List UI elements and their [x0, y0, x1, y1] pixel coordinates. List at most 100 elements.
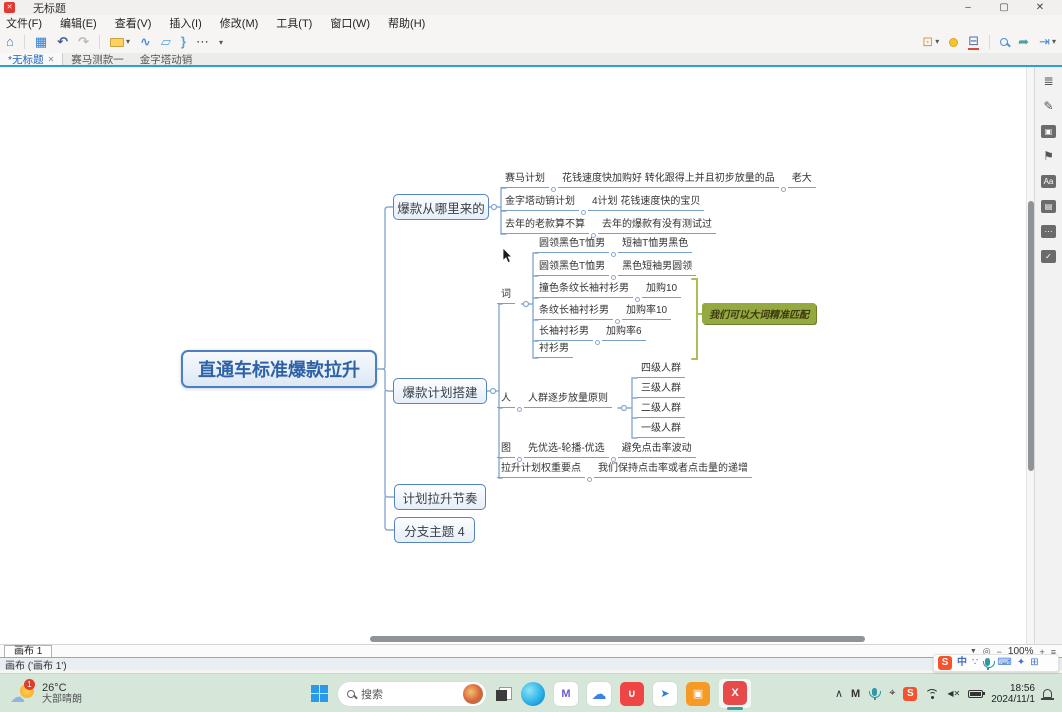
topic-where-hits-come-from[interactable]: 爆款从哪里来的 [393, 194, 489, 220]
home-icon[interactable]: ⌂ [6, 35, 14, 49]
camera-app-icon[interactable]: ▣ [686, 682, 710, 706]
topic-node[interactable]: 我们保持点击率或者点击量的递增 [594, 462, 752, 478]
sheet-tab-canvas1[interactable]: 画布 1 [4, 645, 52, 657]
undo-icon[interactable]: ↶ [57, 35, 68, 49]
tray-clock[interactable]: 18:56 2024/11/1 [991, 683, 1035, 705]
battery-icon[interactable] [968, 690, 983, 698]
topic-node[interactable]: 三级人群 [637, 382, 685, 398]
menu-tools[interactable]: 工具(T) [276, 15, 312, 31]
comment-icon[interactable]: ⋯ [1041, 225, 1056, 238]
topic-node-image[interactable]: 图 [497, 442, 515, 458]
xmind-taskbar-item[interactable]: X [719, 679, 751, 708]
menu-view[interactable]: 查看(V) [115, 15, 152, 31]
topic-node[interactable]: 四级人群 [637, 362, 685, 378]
start-button[interactable] [311, 685, 328, 702]
topic-node[interactable]: 短袖T恤男黑色 [618, 237, 692, 253]
topic-plan-rhythm[interactable]: 计划拉升节奏 [394, 484, 486, 510]
cloud-app-icon[interactable]: ☁ [587, 682, 611, 706]
topic-node[interactable]: 加购率10 [622, 304, 671, 320]
topic-node[interactable]: 衬衫男 [535, 342, 573, 358]
app-m-icon[interactable]: M [554, 682, 578, 706]
topic-plan-building[interactable]: 爆款计划搭建 [393, 378, 487, 404]
vertical-scrollbar[interactable] [1026, 67, 1034, 644]
tab-untitled[interactable]: *无标题 ✕ [0, 53, 63, 65]
menu-window[interactable]: 窗口(W) [330, 15, 370, 31]
topic-node[interactable]: 去年的爆款有没有测试过 [598, 218, 716, 234]
share-icon[interactable]: ➦ [1018, 35, 1029, 49]
collapse-dot[interactable] [595, 340, 600, 345]
microphone-icon[interactable] [872, 688, 877, 696]
snip-tool-icon[interactable]: ⌖ [889, 687, 895, 700]
menu-help[interactable]: 帮助(H) [388, 15, 425, 31]
notes-view-icon[interactable]: ⊟ [968, 34, 979, 50]
collapse-dot[interactable] [781, 187, 786, 192]
vertical-scrollbar-thumb[interactable] [1028, 201, 1034, 471]
notification-bell-icon[interactable] [1043, 689, 1052, 698]
menu-insert[interactable]: 插入(I) [169, 15, 201, 31]
topic-node[interactable]: 二级人群 [637, 402, 685, 418]
topic-node[interactable]: 条纹长袖衬衫男 [535, 304, 613, 320]
collapse-dot[interactable] [587, 477, 592, 482]
topic-branch-4[interactable]: 分支主题 4 [394, 517, 475, 543]
collapse-dot[interactable] [581, 210, 586, 215]
topic-node[interactable]: 老大 [788, 172, 816, 188]
topic-node[interactable]: 黑色短袖男圆领 [618, 260, 696, 276]
topic-node[interactable]: 圆领黑色T恤男 [535, 237, 609, 253]
task-icon[interactable]: ✓ [1041, 250, 1056, 263]
sogou-voice-icon[interactable] [985, 658, 990, 666]
topic-node[interactable]: 撞色条纹长袖衬衫男 [535, 282, 633, 298]
topic-node[interactable]: 圆领黑色T恤男 [535, 260, 609, 276]
tab-saima[interactable]: 赛马测款一 [63, 53, 132, 65]
search-daily-image[interactable] [463, 684, 483, 704]
lightbulb-icon[interactable] [949, 38, 958, 47]
mindmap-canvas[interactable]: 直通车标准爆款拉升 爆款从哪里来的 爆款计划搭建 计划拉升节奏 分支主题 4 赛… [0, 67, 1026, 644]
export-icon[interactable]: ⇥▾ [1039, 35, 1056, 49]
topic-node-words[interactable]: 词 [497, 288, 515, 304]
menu-file[interactable]: 文件(F) [6, 15, 42, 31]
relationship-icon[interactable]: ∿ [140, 35, 151, 49]
minimize-button[interactable]: – [950, 1, 986, 15]
wifi-icon[interactable] [925, 689, 939, 699]
summary-icon[interactable]: } [181, 35, 186, 49]
sogou-logo-icon[interactable]: S [938, 656, 952, 670]
topic-node[interactable]: 花钱速度快加购好 转化跟得上并且初步放量的品 [558, 172, 779, 188]
topic-node[interactable]: 去年的老款算不算 [501, 218, 589, 234]
restore-button[interactable]: ▢ [986, 1, 1022, 15]
topic-node[interactable]: 加购10 [642, 282, 681, 298]
more-tools-caret[interactable]: ▾ [219, 38, 223, 47]
xmind-icon[interactable]: X [723, 681, 747, 705]
boundary-icon[interactable]: ▱ [161, 35, 171, 49]
close-button[interactable]: ✕ [1022, 1, 1058, 15]
format-brush-icon[interactable]: ✎ [1043, 100, 1053, 113]
edge-icon[interactable] [521, 682, 545, 706]
marker-flag-icon[interactable]: ⚑ [1043, 150, 1054, 163]
search-icon[interactable] [1000, 38, 1008, 46]
collapse-dot[interactable] [517, 407, 522, 412]
sogou-toolbox-icon[interactable]: ⊞ [1030, 655, 1038, 671]
topic-node[interactable]: 金字塔动销计划 [501, 195, 579, 211]
topic-node[interactable]: 赛马计划 [501, 172, 549, 188]
taskbar-search[interactable]: 搜索 [337, 681, 487, 707]
pointer-app-icon[interactable]: ➤ [653, 682, 677, 706]
sogou-mode-chinese[interactable]: 中 [957, 655, 967, 671]
label-icon[interactable]: Aa [1041, 175, 1056, 188]
collapse-dot[interactable] [635, 297, 640, 302]
collapse-dot[interactable] [551, 187, 556, 192]
sogou-skin-icon[interactable]: ✦ [1017, 655, 1025, 671]
red-app-icon[interactable]: ∪ [620, 682, 644, 706]
volume-muted-icon[interactable]: ◀✕ [947, 689, 960, 698]
tab-close-icon[interactable]: ✕ [48, 55, 55, 64]
save-icon[interactable]: ▦ [35, 35, 47, 49]
more-tools-icon[interactable]: ⋯ [196, 35, 209, 49]
horizontal-scrollbar[interactable] [0, 636, 1026, 643]
tab-jinzita[interactable]: 金字塔动销 [132, 53, 201, 65]
weather-widget[interactable]: ☁ 1 26°C 大部晴朗 [0, 682, 82, 706]
topic-node[interactable]: 先优选-轮播-优选 [524, 442, 609, 458]
topic-node-people[interactable]: 人 [497, 392, 515, 408]
sogou-tray-icon[interactable]: S [903, 687, 917, 701]
image-icon[interactable]: ▣ [1041, 125, 1056, 138]
central-topic[interactable]: 直通车标准爆款拉升 [181, 350, 377, 388]
style-icon[interactable]: ▾ [110, 35, 130, 49]
sogou-keyboard-icon[interactable]: ⌨ [997, 655, 1011, 671]
sogou-punct-icon[interactable]: ∵ [972, 655, 978, 671]
